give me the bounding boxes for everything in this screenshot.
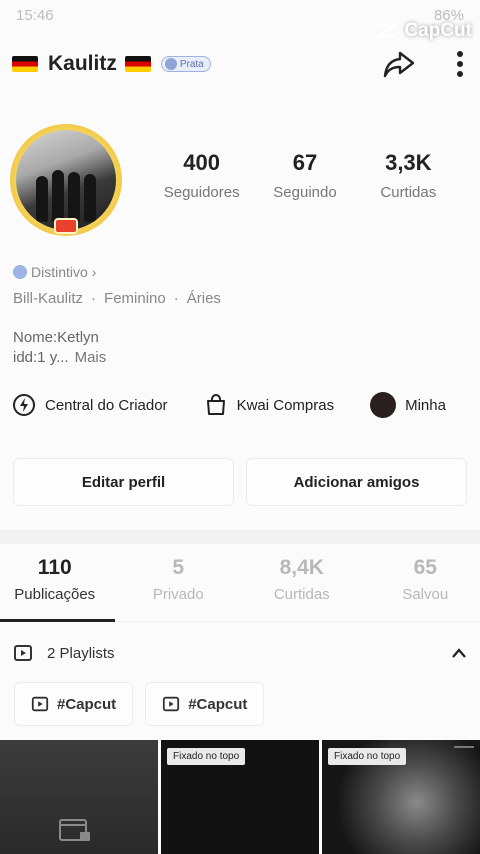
badge-icon bbox=[164, 58, 177, 70]
chevron-up-icon[interactable] bbox=[451, 647, 467, 659]
draft-lock-icon bbox=[59, 819, 90, 841]
stat-followers[interactable]: 400 Seguidores bbox=[150, 150, 253, 201]
playlist-icon bbox=[163, 696, 180, 712]
playlist-icon bbox=[31, 696, 49, 712]
share-icon[interactable] bbox=[382, 49, 416, 79]
shopping-bag-icon bbox=[206, 394, 225, 415]
bio-more-link[interactable]: Mais bbox=[75, 349, 107, 366]
playlists-header[interactable]: 2 Playlists bbox=[13, 638, 467, 668]
tab-publicacoes[interactable]: 110 Publicações bbox=[0, 556, 114, 622]
stat-following[interactable]: 67 Seguindo bbox=[253, 150, 356, 201]
video-thumbnail[interactable]: Fixado no topo bbox=[322, 740, 480, 854]
playlist-chip[interactable]: #Capcut bbox=[14, 682, 134, 726]
lightning-icon bbox=[13, 394, 35, 416]
profile-bio: Nome:Ketlyn idd:1 y... Mais bbox=[13, 329, 107, 366]
stat-likes[interactable]: 3,3K Curtidas bbox=[357, 150, 460, 201]
flag-icon bbox=[124, 56, 151, 72]
profile-stats: 400 Seguidores 67 Seguindo 3,3K Curtidas bbox=[150, 150, 460, 201]
avatar-photo bbox=[16, 130, 116, 230]
playlist-icon bbox=[14, 645, 32, 661]
video-thumbnail[interactable] bbox=[0, 740, 158, 854]
section-divider bbox=[0, 530, 480, 544]
capcut-watermark: CapCut bbox=[376, 20, 472, 42]
video-thumbnail[interactable]: Fixado no topo bbox=[161, 740, 319, 854]
live-play-icon bbox=[54, 218, 78, 234]
kwai-shop-link[interactable]: Kwai Compras bbox=[204, 393, 334, 417]
pinned-label: Fixado no topo bbox=[328, 748, 407, 765]
tab-curtidas[interactable]: 8,4K Curtidas bbox=[247, 556, 357, 621]
distintivo-label: Distintivo bbox=[31, 264, 88, 280]
capcut-logo-icon bbox=[376, 24, 399, 38]
creator-center-link[interactable]: Central do Criador bbox=[12, 393, 168, 417]
distintivo-link[interactable]: Distintivo › bbox=[13, 264, 96, 280]
avatar bbox=[370, 392, 397, 418]
pinned-label: Fixado no topo bbox=[167, 748, 246, 765]
my-profile-link[interactable]: Minha bbox=[370, 392, 446, 418]
more-vertical-icon[interactable] bbox=[456, 50, 464, 78]
playlists-count: 2 Playlists bbox=[47, 644, 115, 662]
quick-links: Central do Criador Kwai Compras Minha bbox=[12, 388, 480, 422]
capcut-label: CapCut bbox=[404, 20, 472, 41]
tab-privado[interactable]: 5 Privado bbox=[124, 556, 234, 621]
tab-salvou[interactable]: 65 Salvou bbox=[371, 556, 480, 621]
edit-profile-button[interactable]: Editar perfil bbox=[13, 458, 234, 506]
distintivo-icon bbox=[13, 265, 27, 279]
add-friends-button[interactable]: Adicionar amigos bbox=[246, 458, 467, 506]
profile-tags: Bill-Kaulitz · Feminino · Áries bbox=[13, 290, 221, 307]
level-badge[interactable]: Prata bbox=[160, 56, 211, 72]
corner-icon bbox=[454, 746, 474, 752]
content-tabs: 110 Publicações 5 Privado 8,4K Curtidas … bbox=[0, 556, 480, 622]
video-grid: Fixado no topo Fixado no topo bbox=[0, 740, 480, 854]
username: Kaulitz bbox=[48, 52, 117, 75]
status-time: 15:46 bbox=[16, 6, 54, 24]
playlist-chips: #Capcut #Capcut bbox=[14, 682, 265, 726]
profile-actions: Editar perfil Adicionar amigos bbox=[13, 458, 467, 506]
chevron-right-icon: › bbox=[91, 264, 97, 280]
playlist-chip[interactable]: #Capcut bbox=[145, 682, 265, 726]
profile-header: Kaulitz Prata bbox=[12, 48, 464, 80]
profile-avatar[interactable] bbox=[10, 124, 122, 236]
flag-icon bbox=[12, 56, 38, 72]
badge-label: Prata bbox=[179, 58, 204, 70]
